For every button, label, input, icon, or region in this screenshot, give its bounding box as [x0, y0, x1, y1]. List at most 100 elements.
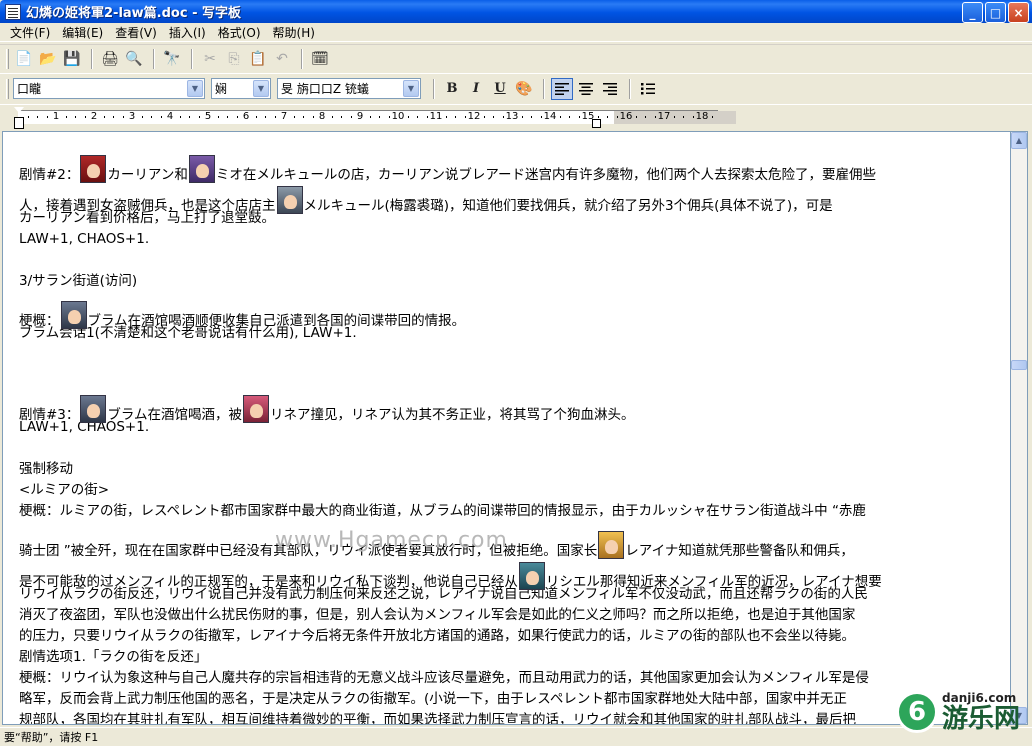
menu-file[interactable]: 文件(F) [4, 24, 56, 41]
chevron-down-icon[interactable]: ▼ [403, 80, 419, 97]
scroll-up-icon[interactable]: ▲ [1011, 132, 1027, 149]
maximize-button[interactable]: □ [985, 2, 1006, 23]
menu-view[interactable]: 查看(V) [109, 24, 163, 41]
print-icon[interactable]: 🖨 [99, 48, 121, 70]
close-button[interactable]: × [1008, 2, 1029, 23]
vertical-scrollbar[interactable]: ▲ ▼ [1011, 131, 1028, 725]
chevron-down-icon[interactable]: ▼ [253, 80, 269, 97]
line-segment: リネア撞见，リネア认为其不务正业，将其骂了个狗血淋头。 [270, 407, 635, 423]
toolbar-separator [91, 48, 93, 69]
document-area[interactable]: 剧情#2： カーリアン和 ミオ在メルキュールの店，カーリアン说ブレアード迷宫内有许多… [2, 131, 1011, 725]
paste-icon[interactable]: 📋 [247, 48, 269, 70]
ruler-tick [654, 116, 656, 118]
open-folder-icon[interactable]: 📂 [37, 48, 59, 70]
site-badge-text: danji6.com 游乐网 [942, 691, 1020, 733]
status-text: 要“帮助”，请按 F1 [4, 731, 99, 744]
print-preview-icon[interactable]: 🔍 [123, 48, 145, 70]
toolbar-separator [191, 48, 193, 69]
toolbar-grip[interactable] [6, 78, 9, 99]
character-portrait [60, 301, 87, 329]
document-line: 骑士团 ”被全歼，现在在国家群中已经没有其部队，リウイ派使者要其放行时，但被拒绝… [19, 522, 1004, 559]
copy-icon[interactable]: ⎘ [223, 48, 245, 70]
menu-edit[interactable]: 编辑(E) [56, 24, 109, 41]
ruler-tick [75, 116, 76, 118]
title-bar[interactable]: 幻燐の姫将軍2-law篇.doc - 写字板 _ □ × [0, 0, 1032, 23]
left-indent-marker[interactable] [14, 117, 24, 129]
site-name: 游乐网 [942, 704, 1021, 734]
ruler-tick [692, 116, 694, 118]
document-line: ブラム会话1(不清楚和这个老哥说话有什么用), LAW+1. [19, 325, 357, 341]
ruler-tick [597, 116, 599, 118]
document-line: 梗概： ブラム在酒馆喝酒顺便收集自己派遣到各国的间谍带回的情报。 [19, 292, 1004, 329]
underline-button[interactable]: U [489, 78, 511, 100]
document-line: 梗概：ルミアの街，レスペレント都市国家群中最大的商业街道，从ブラム的间谍带回的情… [19, 503, 866, 519]
new-document-icon[interactable]: 📄 [13, 48, 35, 70]
script-select[interactable]: 旻 旃口口Z 铳蟻 ▼ [277, 78, 421, 99]
toolbar-grip[interactable] [6, 48, 9, 69]
format-toolbar: 口矓 ▼ 娴 ▼ 旻 旃口口Z 铳蟻 ▼ B I U 🎨 [0, 73, 1032, 103]
toolbar-separator [433, 78, 435, 99]
align-left-icon[interactable] [551, 77, 573, 100]
document-line: リウイ从ラクの街反还，リウイ说自己并没有武力制压何来反还之说，レアイナ说自己知道… [19, 586, 868, 602]
ruler-tick [455, 116, 456, 118]
insert-datetime-icon[interactable]: 🗓 [309, 48, 331, 70]
font-name-select[interactable]: 口矓 ▼ [13, 78, 205, 99]
document-line: <ルミアの街> [19, 482, 110, 498]
cut-icon[interactable]: ✂ [199, 48, 221, 70]
right-indent-marker[interactable] [592, 119, 601, 128]
ruler-tick [673, 116, 675, 118]
ruler-tick [236, 116, 238, 118]
ruler-number: 10 [391, 111, 405, 122]
menu-insert[interactable]: 插入(I) [163, 24, 212, 41]
bold-button[interactable]: B [441, 78, 463, 100]
find-icon[interactable]: 🔭 [161, 48, 183, 70]
undo-icon[interactable]: ↶ [271, 48, 293, 70]
ruler-tick [502, 116, 504, 118]
document-line: 的压力，只要リウイ从ラクの街撤军，レアイナ今后将无条件开放北方诸国的通路，如果行… [19, 628, 856, 644]
chevron-down-icon[interactable]: ▼ [187, 80, 203, 97]
ruler[interactable]: 1 2 3 4 5 6 7 8 9 10 11 12 13 14 15 16 17 18 [0, 104, 1032, 130]
toolbar-separator [629, 78, 631, 99]
ruler-number: 8 [318, 111, 326, 122]
character-portrait [243, 395, 270, 423]
color-palette-icon[interactable]: 🎨 [513, 78, 535, 100]
scroll-thumb[interactable] [1011, 360, 1027, 370]
ruler-tick [616, 116, 618, 118]
character-portrait [276, 186, 303, 214]
first-line-indent-marker[interactable] [14, 107, 24, 113]
document-line: 3/サラン街道(访问) [19, 273, 138, 289]
menu-help[interactable]: 帮助(H) [267, 24, 321, 41]
ruler-number: 12 [467, 111, 481, 122]
align-center-icon[interactable] [575, 78, 597, 100]
ruler-tick [578, 116, 580, 118]
ruler-number: 13 [505, 111, 519, 122]
ruler-number: 7 [280, 111, 288, 122]
save-icon[interactable]: 💾 [61, 48, 83, 70]
ruler-tick [645, 116, 646, 118]
line-segment: 剧情#2： [19, 167, 80, 183]
menu-format[interactable]: 格式(O) [212, 24, 267, 41]
document-line: 强制移动 [19, 461, 73, 477]
ruler-tick [141, 116, 143, 118]
ruler-tick [37, 116, 38, 118]
italic-button[interactable]: I [465, 78, 487, 100]
ruler-tick [350, 116, 352, 118]
ruler-tick [540, 116, 542, 118]
ruler-tick [274, 116, 276, 118]
ruler-tick [179, 116, 181, 118]
ruler-tick [464, 116, 466, 118]
ruler-tick [379, 116, 380, 118]
ruler-tick [369, 116, 371, 118]
document-text[interactable]: 剧情#2： カーリアン和 ミオ在メルキュールの店，カーリアン说ブレアード迷宫内有许多… [19, 146, 1004, 724]
minimize-button[interactable]: _ [962, 2, 983, 23]
align-right-icon[interactable] [599, 78, 621, 100]
ruler-number: 5 [204, 111, 212, 122]
bullets-icon[interactable] [637, 78, 659, 100]
wordpad-icon [5, 3, 21, 20]
ruler-tick [293, 116, 295, 118]
font-size-select[interactable]: 娴 ▼ [211, 78, 271, 99]
ruler-tick [151, 116, 152, 118]
site-logo: 6 [896, 691, 938, 733]
